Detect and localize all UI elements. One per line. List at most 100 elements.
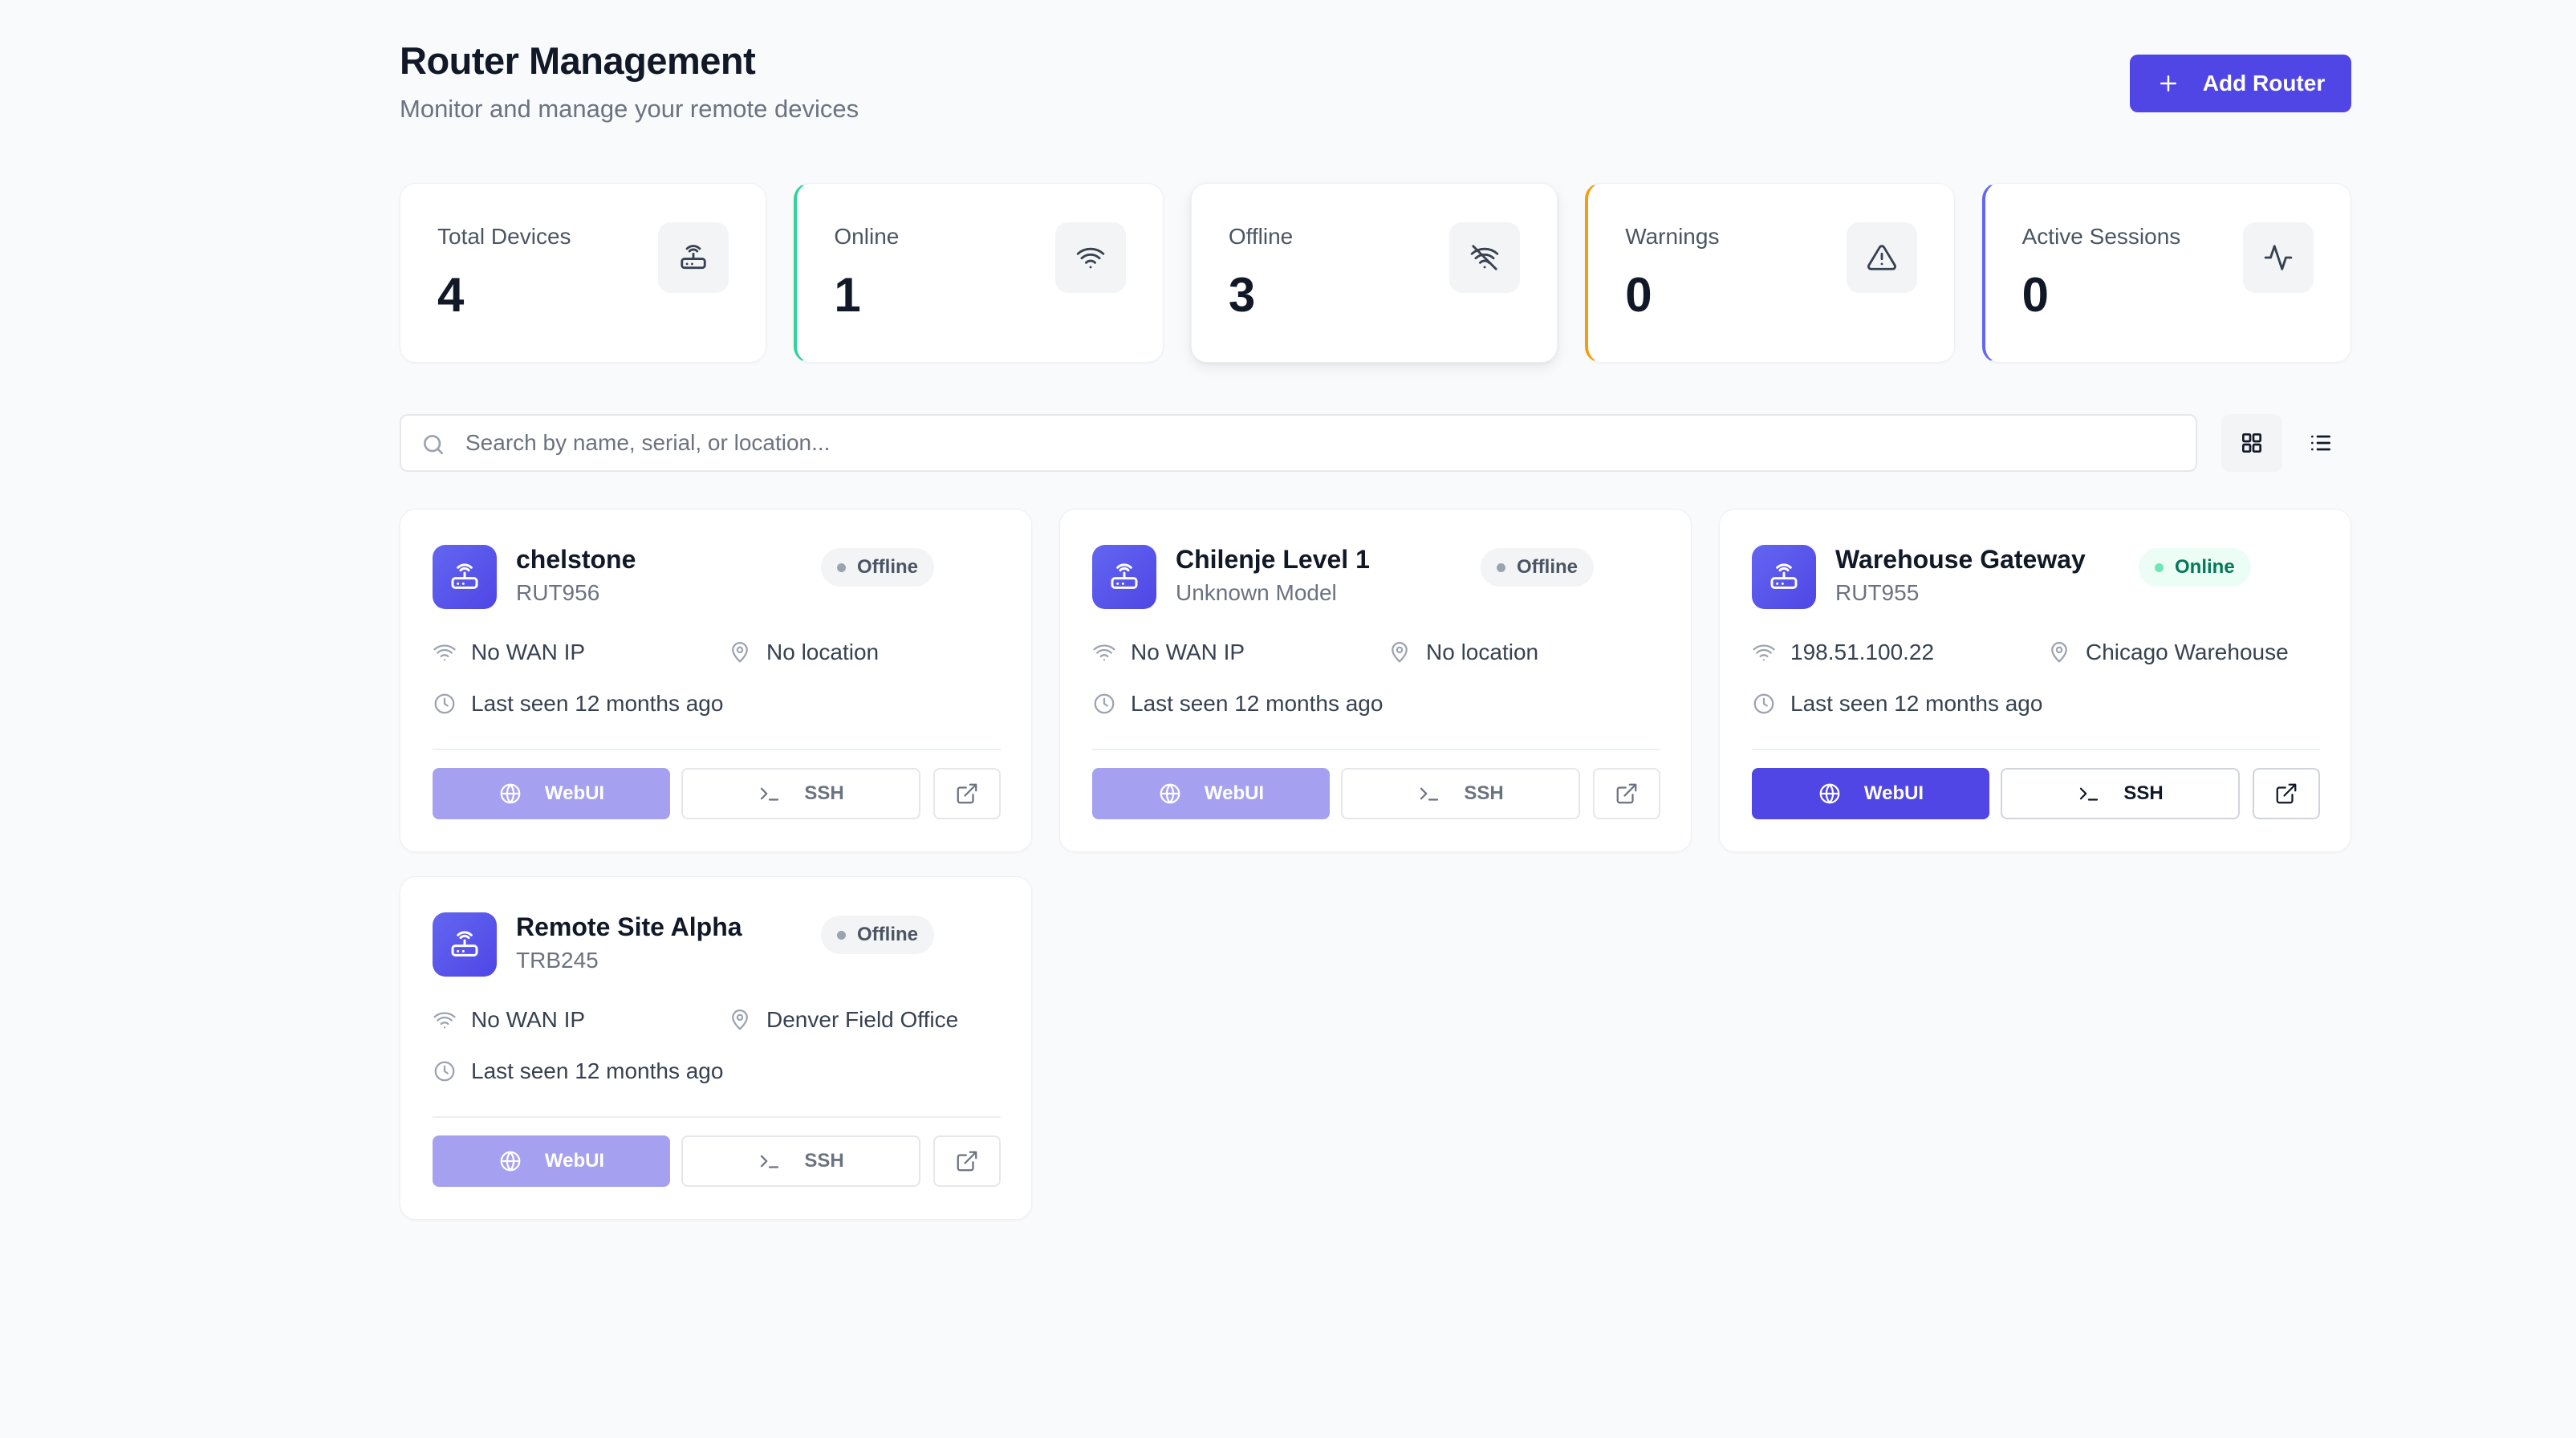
external-link-icon <box>957 1151 977 1172</box>
ssh-button[interactable]: SSH <box>681 768 920 819</box>
stat-value: 4 <box>437 268 465 322</box>
search-box[interactable] <box>400 414 2197 472</box>
stat-offline: Offline 3 <box>1190 183 1558 363</box>
divider <box>433 1116 1001 1118</box>
external-link-icon <box>1616 783 1637 804</box>
warning-icon <box>1846 222 1917 293</box>
stats-row: Total Devices 4 Online 1 Offline 3 Warni… <box>400 183 2352 363</box>
grid-icon <box>2242 433 2261 453</box>
location-info: Chicago Warehouse <box>2047 640 2289 665</box>
status-badge: Offline <box>821 916 934 954</box>
stat-label: Active Sessions <box>2021 224 2181 249</box>
device-card: Chilenje Level 1 Unknown Model Offline N… <box>1059 509 1692 852</box>
last-seen: Last seen 12 months ago <box>1131 691 1383 716</box>
device-model: Unknown Model <box>1176 580 1337 605</box>
webui-label: WebUI <box>1863 782 1924 804</box>
wifi-icon <box>433 1012 456 1029</box>
wan-ip: No WAN IP <box>1131 640 1245 664</box>
router-icon <box>433 545 497 609</box>
status-label: Online <box>2175 556 2235 578</box>
terminal-icon <box>2080 787 2099 801</box>
router-icon <box>1752 545 1816 609</box>
open-external-button[interactable] <box>1593 768 1660 819</box>
ssh-label: SSH <box>1464 782 1504 804</box>
stat-total-devices: Total Devices 4 <box>400 183 767 363</box>
last-seen-info: Last seen 12 months ago <box>1092 691 1383 717</box>
last-seen: Last seen 12 months ago <box>471 691 724 716</box>
stat-warnings: Warnings 0 <box>1585 183 1955 363</box>
page-subtitle: Monitor and manage your remote devices <box>400 95 859 123</box>
status-dot <box>837 563 846 572</box>
divider <box>1092 749 1660 750</box>
webui-button[interactable]: WebUI <box>433 768 670 819</box>
wan-ip: No WAN IP <box>471 1007 586 1032</box>
status-badge: Offline <box>1481 548 1594 587</box>
external-link-icon <box>957 783 977 804</box>
map-pin-icon <box>1392 642 1408 663</box>
ssh-label: SSH <box>804 1150 844 1172</box>
wan-ip-info: 198.51.100.22 <box>1752 640 1934 665</box>
external-link-icon <box>2276 783 2297 804</box>
add-router-button[interactable]: Add Router <box>2130 55 2351 112</box>
stat-label: Total Devices <box>437 224 571 249</box>
device-card: chelstone RUT956 Offline No WAN IP No lo… <box>400 509 1032 852</box>
device-card: Warehouse Gateway RUT955 Online 198.51.1… <box>1719 509 2351 852</box>
globe-icon <box>1819 783 1840 804</box>
router-icon <box>658 222 729 293</box>
webui-button[interactable]: WebUI <box>433 1135 670 1187</box>
location: No location <box>766 640 880 664</box>
status-badge: Offline <box>821 548 934 587</box>
open-external-button[interactable] <box>933 768 1001 819</box>
wan-ip: No WAN IP <box>471 640 586 664</box>
location-info: Denver Field Office <box>728 1007 958 1033</box>
status-dot <box>2155 563 2164 572</box>
wan-ip-info: No WAN IP <box>433 1007 585 1033</box>
stat-value: 0 <box>2021 268 2049 322</box>
clock-icon <box>434 693 455 714</box>
status-label: Offline <box>857 556 918 578</box>
wan-ip-info: No WAN IP <box>1092 640 1245 665</box>
terminal-icon <box>761 1155 779 1168</box>
search-row <box>400 414 2351 472</box>
map-pin-icon <box>732 1009 748 1030</box>
list-view-button[interactable] <box>2290 414 2351 472</box>
stat-label: Offline <box>1228 224 1294 249</box>
add-router-label: Add Router <box>2202 71 2326 95</box>
last-seen: Last seen 12 months ago <box>471 1058 724 1083</box>
webui-button[interactable]: WebUI <box>1752 768 1989 819</box>
status-badge: Online <box>2139 548 2251 587</box>
page-header: Router Management Monitor and manage you… <box>400 39 2351 143</box>
webui-label: WebUI <box>1204 782 1265 804</box>
terminal-icon <box>1420 787 1439 801</box>
open-external-button[interactable] <box>2253 768 2320 819</box>
ssh-button[interactable]: SSH <box>1341 768 1580 819</box>
grid-view-button[interactable] <box>2221 414 2282 472</box>
stat-label: Warnings <box>1625 224 1720 249</box>
device-name: Warehouse Gateway <box>1835 545 2086 574</box>
wifi-icon <box>433 644 456 661</box>
device-model: TRB245 <box>516 948 599 973</box>
page-title: Router Management <box>400 39 756 82</box>
ssh-button[interactable]: SSH <box>681 1135 920 1187</box>
open-external-button[interactable] <box>933 1135 1001 1187</box>
status-dot <box>837 930 846 940</box>
wifi-off-icon <box>1449 222 1521 293</box>
stat-value: 0 <box>1625 268 1652 322</box>
wifi-icon <box>1054 222 1126 293</box>
divider <box>433 749 1001 750</box>
map-pin-icon <box>732 642 748 663</box>
globe-icon <box>500 783 521 804</box>
wifi-icon <box>1093 644 1115 661</box>
stat-value: 1 <box>834 268 861 322</box>
search-input[interactable] <box>465 416 2183 470</box>
activity-icon <box>2243 222 2314 293</box>
device-card: Remote Site Alpha TRB245 Offline No WAN … <box>400 876 1032 1220</box>
ssh-button[interactable]: SSH <box>2001 768 2240 819</box>
last-seen-info: Last seen 12 months ago <box>433 1058 723 1084</box>
clock-icon <box>1753 693 1774 714</box>
router-icon <box>1092 545 1156 609</box>
webui-button[interactable]: WebUI <box>1092 768 1330 819</box>
device-name: Remote Site Alpha <box>516 912 742 941</box>
router-management-page: Router Management Monitor and manage you… <box>400 0 2352 1438</box>
plus-icon <box>2160 75 2176 91</box>
